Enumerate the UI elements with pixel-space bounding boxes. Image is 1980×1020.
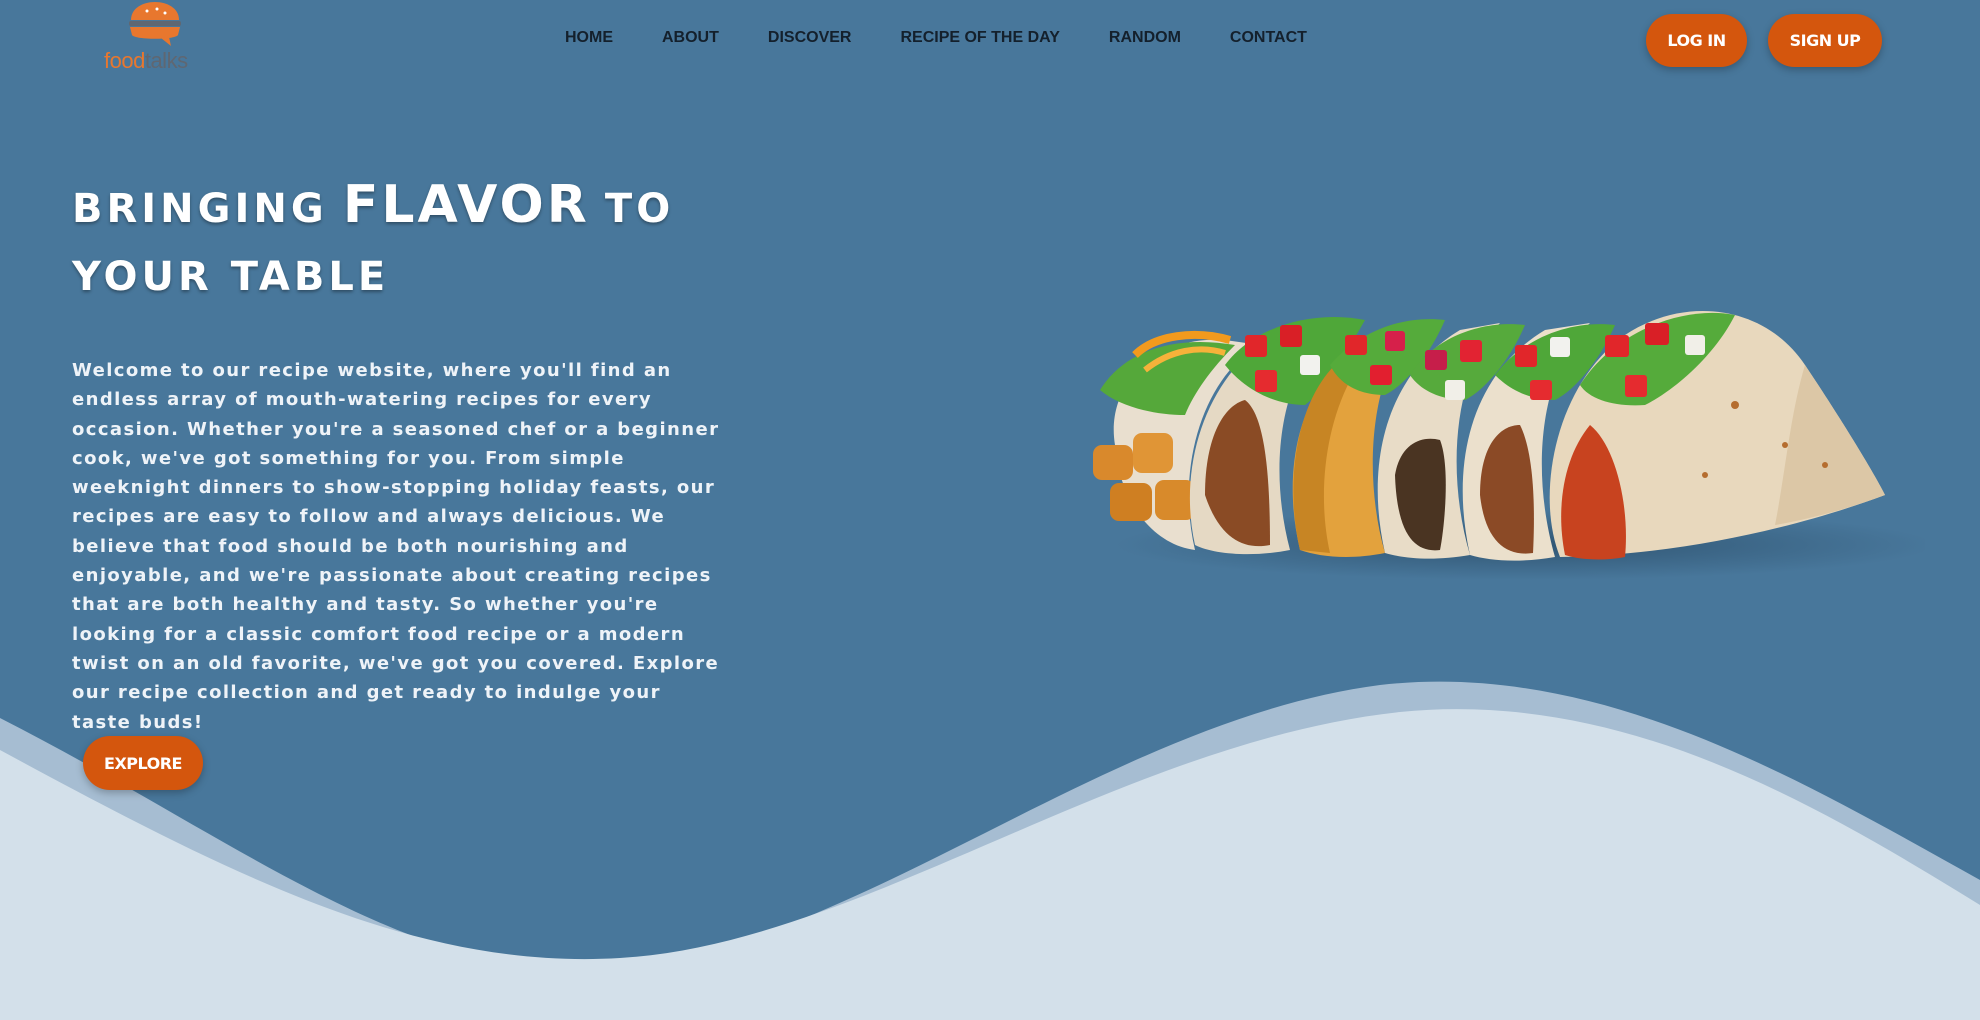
brand-logo[interactable]: foodtalks [100,0,220,80]
main-nav: HOME ABOUT DISCOVER RECIPE OF THE DAY RA… [565,29,1356,47]
tacos-image [1093,311,1925,580]
nav-contact[interactable]: CONTACT [1230,29,1307,47]
nav-recipe-of-the-day[interactable]: RECIPE OF THE DAY [900,29,1059,47]
login-button[interactable]: LOG IN [1646,14,1747,67]
brand-wordmark: foodtalks [104,48,188,73]
nav-discover[interactable]: DISCOVER [768,29,852,47]
nav-about[interactable]: ABOUT [662,29,719,47]
nav-home[interactable]: HOME [565,29,613,47]
burger-icon [129,2,181,46]
explore-button[interactable]: EXPLORE [83,736,203,790]
signup-button[interactable]: SIGN UP [1768,14,1882,67]
hero-description: Welcome to our recipe website, where you… [72,360,720,733]
hero-title: BRINGING FLAVOR TO YOUR TABLE [72,175,675,300]
nav-random[interactable]: RANDOM [1109,29,1181,47]
